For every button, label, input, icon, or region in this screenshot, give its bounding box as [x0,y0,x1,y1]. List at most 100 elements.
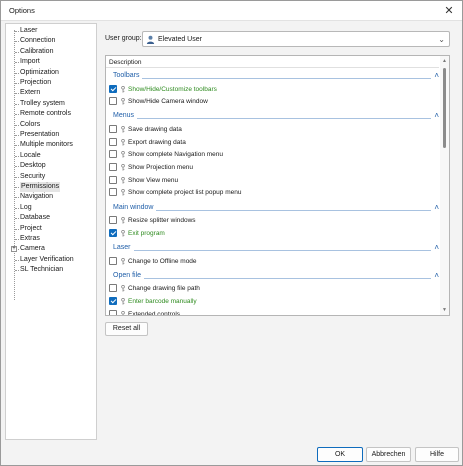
permission-item: Show/Hide Camera window [109,97,429,106]
permission-label: Export drawing data [128,138,186,146]
chevron-up-icon[interactable]: ˄ [432,243,439,252]
permission-group-header[interactable]: Open file ˄ [113,270,439,282]
group-title: Toolbars [113,72,143,79]
cancel-button[interactable]: Abbrechen [366,447,411,462]
key-icon [121,257,125,265]
group-divider [113,78,431,79]
tree-connector [15,176,19,178]
permission-item: Resize splitter windows [109,216,429,225]
permission-group-header[interactable]: Main window ˄ [113,202,439,214]
permission-checkbox[interactable] [109,284,117,293]
tree-item[interactable]: Import [20,57,40,67]
permission-label: Change to Offline mode [128,257,197,265]
key-icon [121,98,125,105]
tree-item[interactable]: Security [20,172,45,182]
permission-checkbox[interactable] [109,150,117,159]
key-icon [121,217,125,224]
permission-group-header[interactable]: Toolbars ˄ [113,71,439,82]
close-icon[interactable]: ✕ [436,1,462,20]
permission-label: Exit program [128,229,165,237]
description-column-header[interactable]: Description [109,59,142,66]
permission-item: Show complete project list popup menu [109,188,429,197]
tree-item[interactable]: Laser [20,26,38,36]
permission-checkbox[interactable] [109,216,117,225]
permission-group-header[interactable]: Menus ˄ [113,111,439,122]
tree-item[interactable]: Navigation [20,192,53,202]
tree-item[interactable]: SL Technician [20,265,63,275]
tree-connector [15,207,19,209]
user-group-label: User group: [105,35,142,42]
group-divider [113,250,431,251]
header-divider [106,67,439,68]
tree-connector [15,239,19,240]
reset-all-button[interactable]: Reset all [105,322,148,336]
tree-connector [15,218,19,220]
tree-item[interactable]: Desktop [20,161,46,171]
permission-item: Show Projection menu [109,163,429,172]
permission-checkbox[interactable] [109,175,117,184]
expand-icon[interactable]: + [11,246,17,253]
permission-checkbox[interactable] [109,137,117,146]
key-icon [121,125,125,133]
tree-item[interactable]: Locale [20,151,41,161]
permission-label: Resize splitter windows [128,217,196,225]
user-group-value: Elevated User [158,36,202,43]
permission-checkbox[interactable] [109,84,117,93]
tree-item[interactable]: Connection [20,36,55,46]
tree-item[interactable]: Presentation [20,130,59,140]
chevron-up-icon[interactable]: ˄ [432,111,439,121]
ok-button[interactable]: OK [317,447,363,462]
chevron-up-icon[interactable]: ˄ [432,270,439,280]
key-icon [121,164,125,171]
scroll-down-arrow-icon[interactable]: ▼ [441,306,448,314]
tree-connector [15,51,19,53]
user-group-select[interactable]: Elevated User ⌄ [142,31,450,47]
tree-item[interactable]: Optimization [20,68,59,78]
chevron-up-icon[interactable]: ˄ [432,202,439,212]
tree-item[interactable]: Multiple monitors [20,140,73,150]
tree-item[interactable]: Calibration [20,47,53,57]
permission-checkbox[interactable] [109,97,117,106]
tree-item[interactable]: Projection [20,78,51,88]
tree-item[interactable]: Extern [20,88,40,98]
permission-checkbox[interactable] [109,188,117,197]
permission-label: Show/Hide Camera window [128,98,208,106]
help-button[interactable]: Hilfe [415,447,459,462]
permission-group-header[interactable]: Laser ˄ [113,243,439,254]
tree-item[interactable]: Layer Verification [20,255,74,265]
tree-connector [15,228,19,230]
permission-label: Extended controls [128,310,181,316]
chevron-down-icon[interactable]: ⌄ [438,35,445,44]
vertical-scrollbar[interactable]: ▲ ▼ [440,56,449,315]
permission-checkbox[interactable] [109,309,117,315]
permission-checkbox[interactable] [109,256,117,265]
key-icon [121,138,125,146]
tree-item[interactable]: Camera [20,244,45,254]
group-title: Main window [113,203,157,211]
group-divider [113,118,431,120]
permission-checkbox[interactable] [109,124,117,133]
group-title: Menus [113,112,138,120]
tree-item[interactable]: Database [20,213,50,223]
tree-item[interactable]: Trolley system [20,99,65,109]
permission-item: Enter barcode manually [109,296,429,306]
scrollbar-thumb[interactable] [443,68,446,148]
tree-item[interactable]: Extras [20,234,40,244]
permission-label: Save drawing data [128,125,182,133]
group-title: Open file [113,271,145,279]
tree-item[interactable]: Colors [20,120,40,130]
permission-item: Show View menu [109,175,429,185]
tree-item[interactable]: Remote controls [20,109,71,119]
permission-item: Save drawing data [109,124,429,134]
chevron-up-icon[interactable]: ˄ [432,71,439,80]
permission-label: Change drawing file path [128,285,200,293]
scroll-up-arrow-icon[interactable]: ▲ [441,57,448,65]
tree-connector [15,103,19,105]
user-icon [146,35,155,44]
tree-item[interactable]: Permissions [20,182,61,192]
tree-item[interactable]: Project [20,224,42,234]
permission-checkbox[interactable] [109,163,117,171]
permission-checkbox[interactable] [109,228,117,237]
tree-item[interactable]: Log [20,203,32,213]
permission-checkbox[interactable] [109,296,117,305]
